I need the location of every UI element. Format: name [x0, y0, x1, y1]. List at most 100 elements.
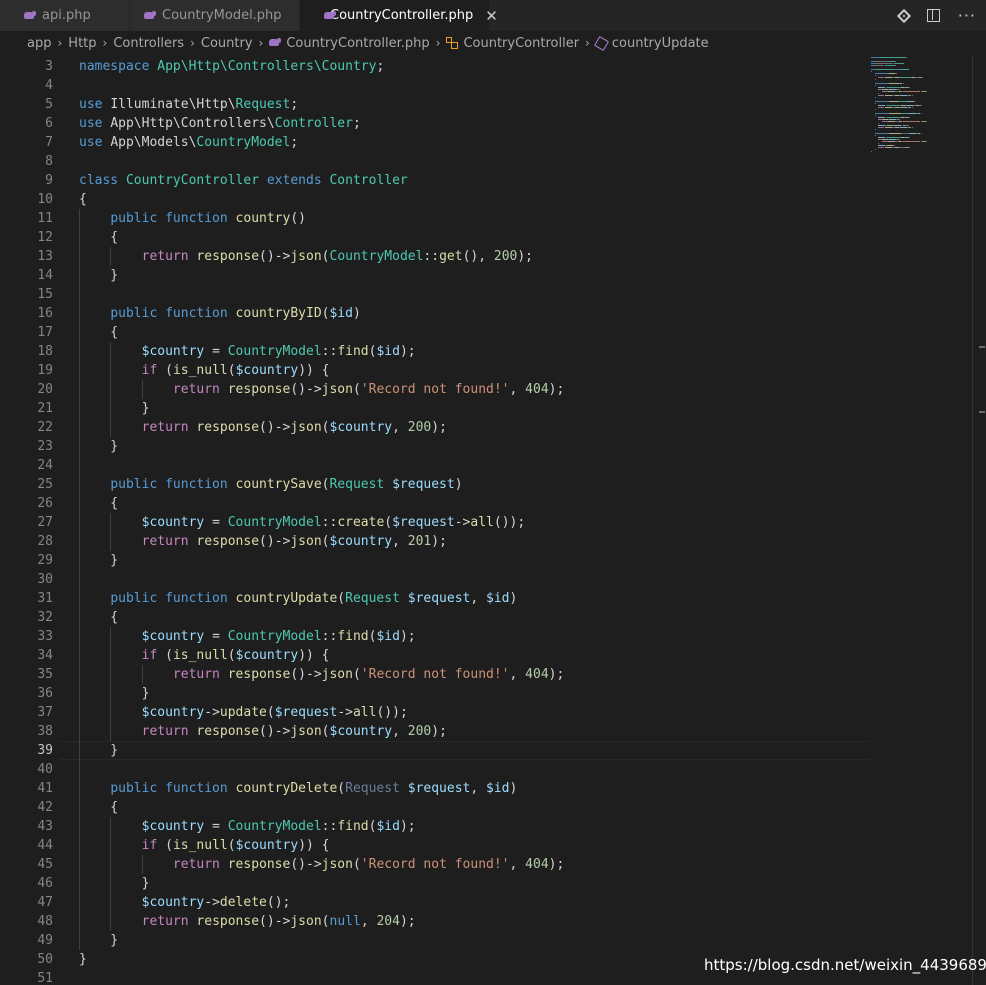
code-line[interactable]: }: [79, 551, 870, 570]
code-line[interactable]: }: [79, 684, 870, 703]
code-line[interactable]: use App\Http\Controllers\Controller;: [79, 114, 870, 133]
code-token: ::: [321, 515, 338, 530]
breadcrumb-item-method[interactable]: countryUpdate: [593, 35, 709, 51]
code-line[interactable]: [79, 76, 870, 95]
code-line[interactable]: {: [79, 323, 870, 342]
code-line[interactable]: $country->delete();: [79, 893, 870, 912]
code-line[interactable]: class CountryController extends Controll…: [79, 171, 870, 190]
code-line[interactable]: public function countrySave(Request $req…: [79, 475, 870, 494]
code-line[interactable]: use Illuminate\Http\Request;: [79, 95, 870, 114]
code-token: }: [79, 933, 119, 948]
code-token: 'Record not found!': [360, 857, 510, 872]
code-line[interactable]: $country = CountryModel::find($id);: [79, 342, 870, 361]
code-line[interactable]: $country = CountryModel::create($request…: [79, 513, 870, 532]
breadcrumb-item-file[interactable]: CountryController.php: [269, 36, 430, 51]
code-editor[interactable]: 3 4 5 6 7 8 9 10 11 12 13 14 15 16 17 18 19 20 21 22 23 24 25 2…: [0, 55, 870, 985]
minimap-token: [889, 113, 901, 114]
tab-label: CountryController.php: [330, 8, 474, 23]
code-line[interactable]: $country->update($request->all());: [79, 703, 870, 722]
code-line[interactable]: $country = CountryModel::find($id);: [79, 627, 870, 646]
code-line[interactable]: use App\Models\CountryModel;: [79, 133, 870, 152]
code-token: 404: [525, 857, 549, 872]
code-line[interactable]: namespace App\Http\Controllers\Country;: [79, 57, 870, 76]
minimap-token: [874, 83, 889, 84]
code-token: (: [352, 382, 361, 397]
more-actions-icon[interactable]: ···: [958, 7, 976, 23]
code-token: update: [219, 705, 267, 720]
code-token: ->: [454, 515, 471, 530]
code-token: );: [431, 420, 447, 435]
minimap-token: [918, 105, 923, 106]
tab-country-controller-php[interactable]: CountryController.php ✕: [300, 0, 498, 31]
code-line[interactable]: }: [79, 874, 870, 893]
code-token: ,: [392, 420, 408, 435]
code-line[interactable]: {: [79, 798, 870, 817]
code-token: ::: [321, 629, 338, 644]
code-line[interactable]: return response()->json($country, 201);: [79, 532, 870, 551]
breadcrumb-item-controllers[interactable]: Controllers: [113, 36, 184, 51]
code-line[interactable]: if (is_null($country)) {: [79, 836, 870, 855]
code-line[interactable]: $country = CountryModel::find($id);: [79, 817, 870, 836]
code-line[interactable]: }: [79, 931, 870, 950]
code-text[interactable]: namespace App\Http\Controllers\Country; …: [79, 57, 870, 985]
code-token: json: [290, 249, 322, 264]
tab-api-php[interactable]: api.php: [0, 0, 130, 31]
vertical-scrollbar[interactable]: [972, 55, 986, 985]
tab-country-model-php[interactable]: CountryModel.php: [130, 0, 300, 31]
minimap-token: [888, 137, 899, 138]
code-token: }: [79, 952, 87, 967]
code-line[interactable]: [79, 152, 870, 171]
code-line[interactable]: if (is_null($country)) {: [79, 361, 870, 380]
code-line[interactable]: return response()->json('Record not foun…: [79, 665, 870, 684]
code-line[interactable]: return response()->json($country, 200);: [79, 722, 870, 741]
code-line[interactable]: public function countryUpdate(Request $r…: [79, 589, 870, 608]
breadcrumb-item-class[interactable]: CountryController: [446, 36, 579, 51]
code-line[interactable]: public function country(): [79, 209, 870, 228]
code-line[interactable]: }: [79, 266, 870, 285]
code-line[interactable]: public function countryDelete(Request $r…: [79, 779, 870, 798]
code-line[interactable]: [79, 760, 870, 779]
open-changes-icon[interactable]: [896, 8, 911, 23]
code-token: Controller: [274, 116, 353, 131]
minimap-token: [874, 61, 889, 62]
code-line[interactable]: }: [79, 437, 870, 456]
breadcrumb-item-country[interactable]: Country: [201, 36, 253, 51]
code-token: $country: [141, 705, 205, 720]
code-token: $request: [407, 781, 471, 796]
close-icon[interactable]: ✕: [485, 7, 498, 25]
line-number: 46: [37, 876, 53, 891]
code-line[interactable]: if (is_null($country)) {: [79, 646, 870, 665]
line-number: 42: [37, 800, 53, 815]
code-line[interactable]: return response()->json(CountryModel::ge…: [79, 247, 870, 266]
code-line[interactable]: [79, 570, 870, 589]
breadcrumb-item-app[interactable]: app: [27, 36, 51, 51]
minimap-token: [874, 79, 876, 80]
code-line[interactable]: }: [79, 399, 870, 418]
code-token: );: [399, 344, 416, 359]
code-line[interactable]: [79, 285, 870, 304]
code-line[interactable]: {: [79, 494, 870, 513]
code-line[interactable]: {: [79, 190, 870, 209]
code-token: $request: [274, 705, 338, 720]
code-line[interactable]: public function countryByID($id): [79, 304, 870, 323]
split-editor-icon[interactable]: [926, 9, 940, 22]
breadcrumb-item-http[interactable]: Http: [68, 36, 96, 51]
code-line[interactable]: return response()->json('Record not foun…: [79, 855, 870, 874]
minimap[interactable]: [871, 55, 971, 165]
code-token: return: [141, 249, 197, 264]
code-line[interactable]: {: [79, 228, 870, 247]
line-number: 33: [37, 629, 53, 644]
code-line[interactable]: return response()->json('Record not foun…: [79, 380, 870, 399]
code-line[interactable]: {: [79, 608, 870, 627]
line-number: 45: [37, 857, 53, 872]
code-token: (: [165, 363, 173, 378]
code-line[interactable]: [79, 456, 870, 475]
code-token: );: [399, 914, 416, 929]
code-line[interactable]: }: [79, 741, 870, 760]
line-number: 40: [37, 762, 53, 777]
code-line[interactable]: return response()->json(null, 204);: [79, 912, 870, 931]
code-token: CountryController: [125, 173, 267, 188]
code-line[interactable]: return response()->json($country, 200);: [79, 418, 870, 437]
